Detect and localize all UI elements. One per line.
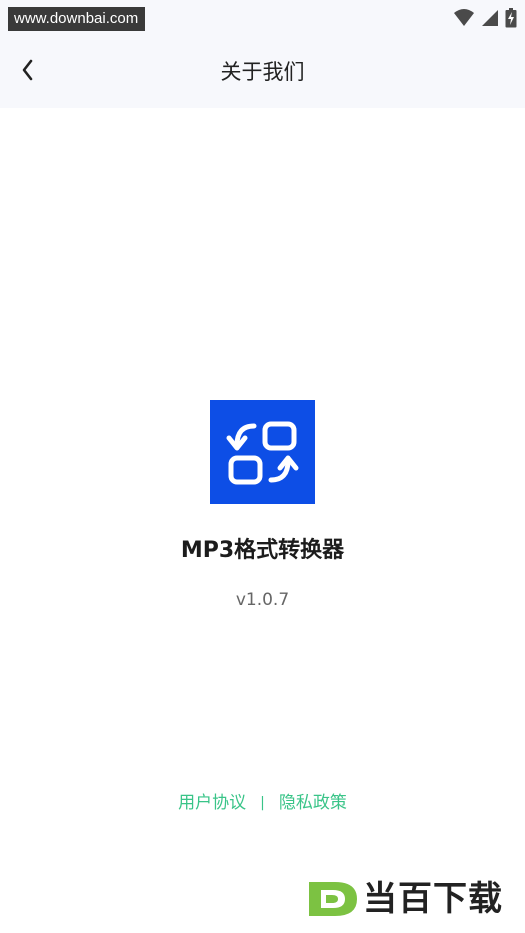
watermark-url-label: www.downbai.com xyxy=(8,7,146,31)
app-version: v1.0.7 xyxy=(235,590,290,610)
user-agreement-link[interactable]: 用户协议 xyxy=(178,788,246,818)
status-icons xyxy=(453,6,517,30)
brand-watermark: 当百下载 xyxy=(305,877,503,921)
top-bar: www.downbai.com 关于我们 xyxy=(0,0,525,108)
d-logo-icon xyxy=(305,878,359,920)
footer-links: 用户协议 | 隐私政策 xyxy=(0,788,525,818)
app-name: MP3格式转换器 xyxy=(180,538,345,563)
app-logo xyxy=(210,400,315,504)
battery-charging-icon xyxy=(505,8,517,28)
format-convert-icon xyxy=(210,400,315,504)
link-separator: | xyxy=(260,795,265,811)
privacy-policy-link[interactable]: 隐私政策 xyxy=(279,788,347,818)
page-title: 关于我们 xyxy=(220,60,305,84)
cellular-signal-icon xyxy=(481,9,499,27)
wifi-icon xyxy=(453,9,475,27)
brand-watermark-text: 当百下载 xyxy=(363,879,503,919)
